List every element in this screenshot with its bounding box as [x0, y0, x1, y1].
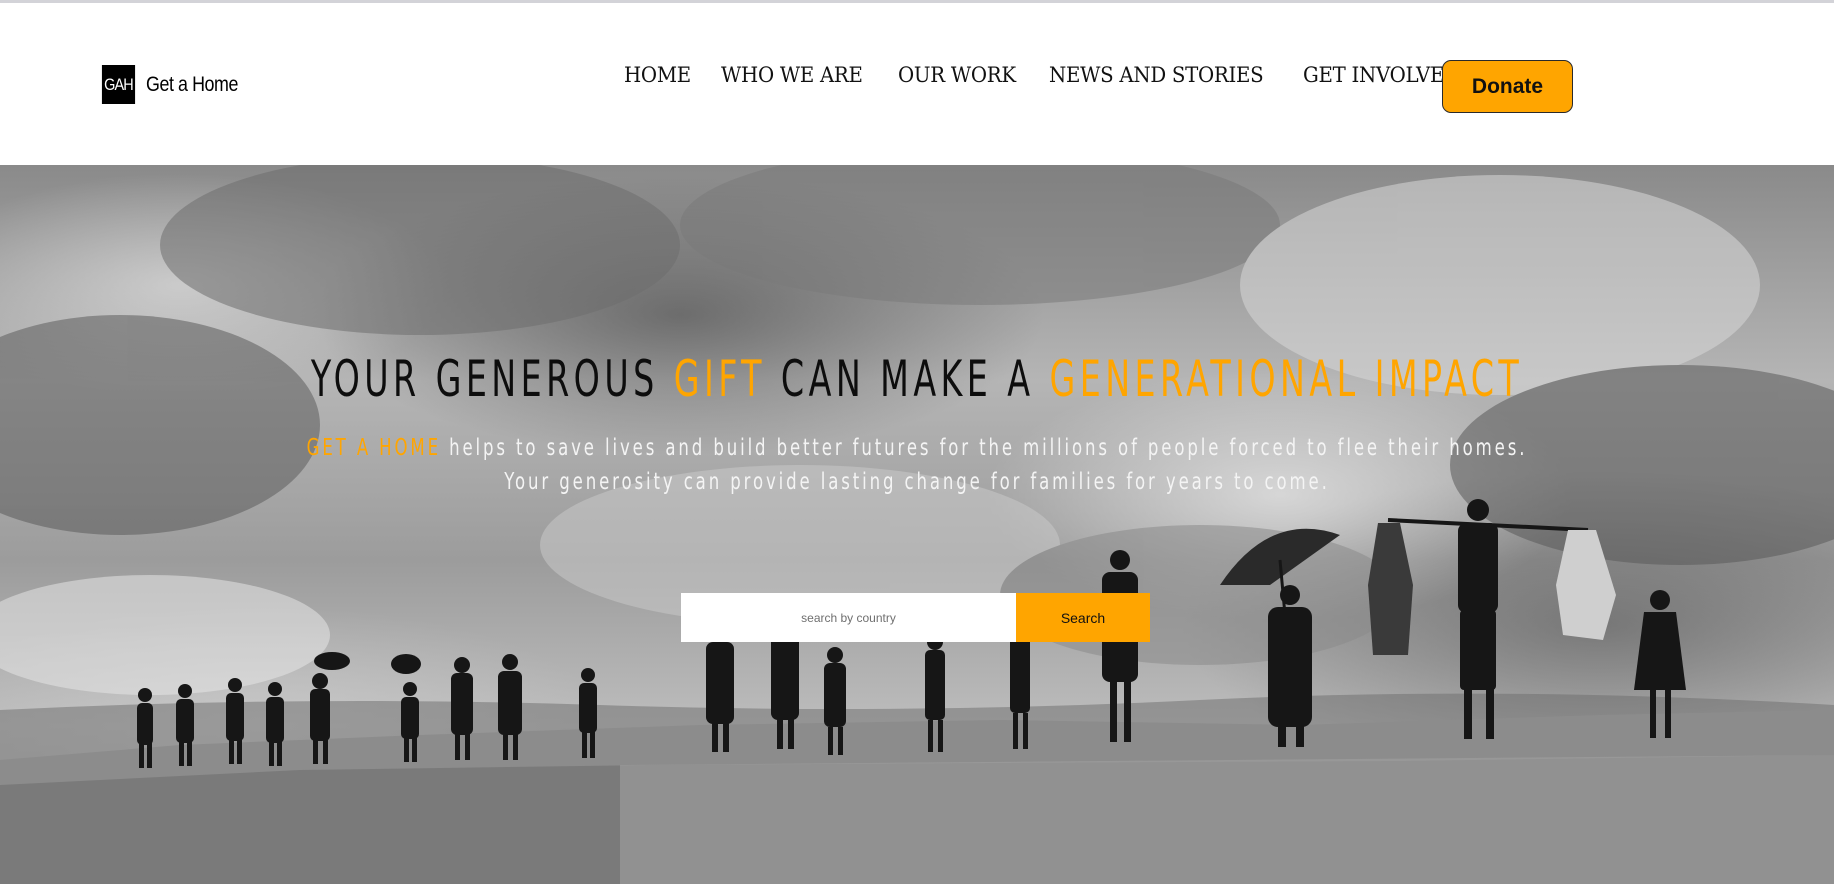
site-logo[interactable]: GAH Get a Home: [99, 65, 254, 104]
site-name: Get a Home: [146, 72, 238, 96]
nav-who-we-are[interactable]: WHO WE ARE: [721, 63, 863, 87]
main-nav: HOME WHO WE ARE OUR WORK NEWS AND STORIE…: [624, 63, 1496, 87]
hero-photo: [0, 165, 1834, 884]
hero-subtitle-line-2: Your generosity can provide lasting chan…: [504, 469, 1330, 495]
nav-our-work[interactable]: OUR WORK: [898, 63, 1016, 87]
hero-headline: YOUR GENEROUS GIFT CAN MAKE A GENERATION…: [310, 350, 1524, 408]
nav-get-involved[interactable]: GET INVOLVED: [1303, 63, 1460, 87]
hero-banner: YOUR GENEROUS GIFT CAN MAKE A GENERATION…: [0, 165, 1834, 884]
nav-home[interactable]: HOME: [624, 63, 691, 87]
donate-button[interactable]: Donate: [1442, 60, 1573, 113]
gah-logo-icon: GAH: [101, 65, 136, 104]
search-input[interactable]: [681, 593, 1016, 642]
country-search: Search: [681, 593, 1150, 642]
nav-news-and-stories[interactable]: NEWS AND STORIES: [1049, 63, 1264, 87]
search-button[interactable]: Search: [1016, 593, 1150, 642]
site-header: GAH Get a Home HOME WHO WE ARE OUR WORK …: [0, 3, 1834, 165]
hero-subtitle-line-1: GET A HOME helps to save lives and build…: [306, 435, 1528, 461]
bottom-strip: [0, 884, 1834, 889]
